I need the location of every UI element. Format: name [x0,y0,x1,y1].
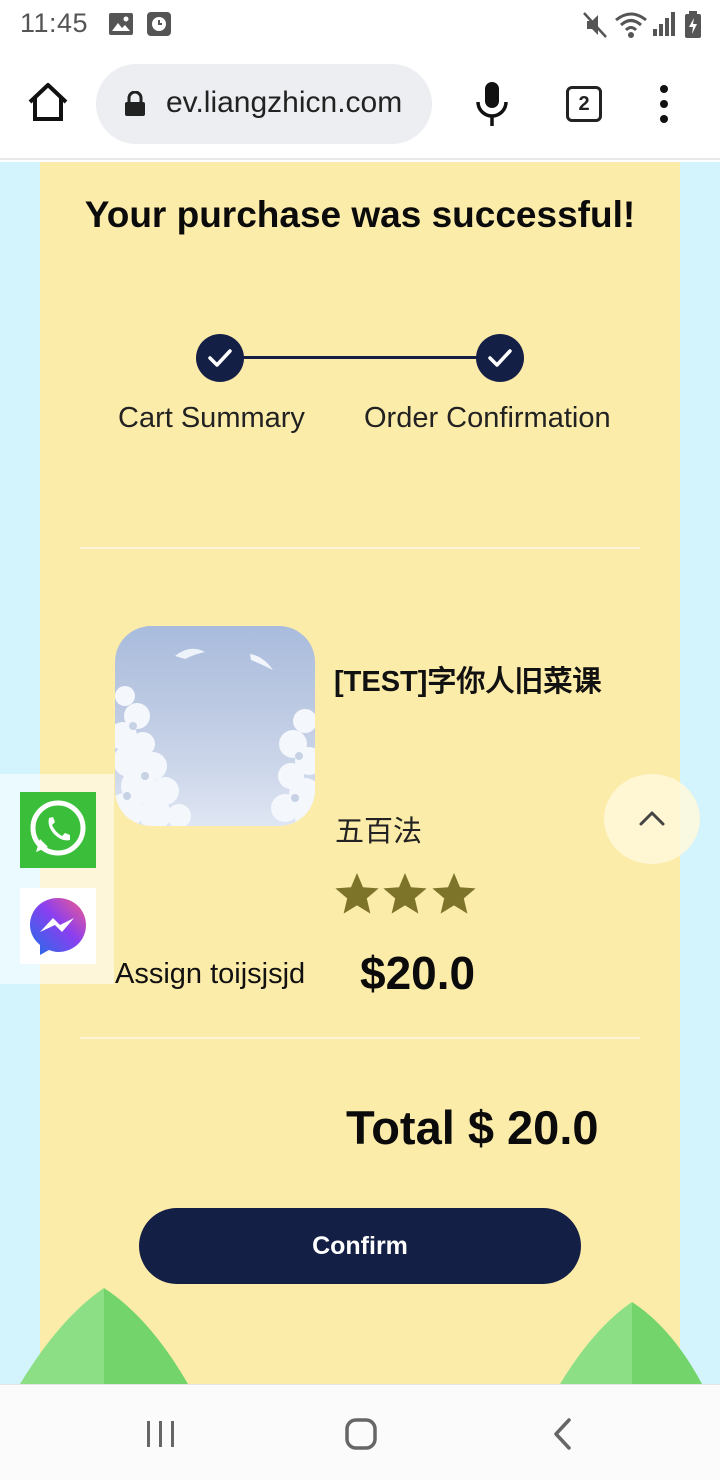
page-title: Your purchase was successful! [84,194,636,235]
product-subtitle: 五百法 [335,816,423,848]
browser-toolbar: ev.liangzhicn.com 2 [0,50,720,160]
messenger-icon [30,898,86,955]
rating-stars [333,870,476,920]
chevron-up-icon [639,811,665,826]
divider [80,1037,640,1039]
recent-apps-icon[interactable] [145,1419,177,1449]
signal-icon [653,12,675,36]
tabs-icon[interactable]: 2 [566,86,602,122]
assign-label: Assign toijsjsjd [115,958,306,990]
order-total: Total $ 20.0 [346,1101,599,1154]
mic-icon[interactable] [472,80,512,128]
url-text[interactable]: ev.liangzhicn.com [166,86,432,120]
alarm-app-icon [147,12,171,36]
system-nav-bar [0,1384,720,1480]
check-icon [488,349,512,367]
image-icon [109,13,133,35]
step-label-cart-summary: Cart Summary [118,402,305,434]
product-image [115,626,315,826]
star-icon [383,873,428,914]
whatsapp-icon [30,800,86,856]
check-icon [208,349,232,367]
status-bar: 11:45 [0,0,720,50]
leaf-decoration-right [560,1302,702,1384]
scroll-to-top-button[interactable] [604,774,700,864]
lock-icon[interactable] [124,91,146,117]
order-card: Your purchase was successful! Cart Summa… [40,162,680,1384]
step-label-order-confirmation: Order Confirmation [364,402,611,434]
battery-charging-icon [685,11,701,38]
mute-icon [583,12,607,38]
back-icon[interactable] [552,1417,574,1451]
product-price: $20.0 [360,947,476,999]
more-vert-icon[interactable] [654,84,674,124]
star-icon [335,873,379,914]
snowy-trees-image [115,648,315,826]
address-bar[interactable]: ev.liangzhicn.com [96,64,432,144]
nav-home-icon[interactable] [344,1417,378,1451]
step-2-complete [476,334,524,382]
product-title: [TEST]字你人旧菜课 [334,666,602,698]
messenger-button[interactable] [20,888,96,964]
divider [80,547,640,549]
social-chat-panel [0,774,114,984]
leaf-decoration-left [20,1288,188,1384]
whatsapp-button[interactable] [20,792,96,868]
stepper-line [242,356,500,359]
page-content: Your purchase was successful! Cart Summa… [0,162,720,1384]
wifi-icon [615,12,647,38]
confirm-button[interactable]: Confirm [139,1208,581,1284]
step-1-complete [196,334,244,382]
star-icon [432,873,476,914]
status-time: 11:45 [20,8,89,38]
home-icon[interactable] [24,78,72,126]
